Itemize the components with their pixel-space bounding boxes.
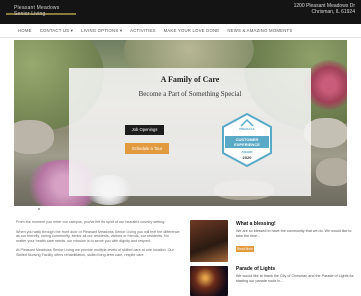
nav-item-contact-us[interactable]: CONTACT US ▾ [40,28,73,34]
job-openings-button[interactable]: Job Openings [125,125,164,135]
news-thumbnail[interactable] [190,220,228,262]
customer-experience-award-badge: PINNACLE CUSTOMER EXPERIENCE AWARD 2020 [219,112,275,168]
intro-paragraph: At Pleasant Meadows Senior Living we pro… [16,248,174,257]
logo-text: Pleasant Meadows Senior Living [14,5,60,17]
news-thumbnail[interactable] [190,266,228,296]
hero-card: A Family of Care Become a Part of Someth… [69,68,311,196]
badge-line-2: EXPERIENCE [234,142,260,147]
nav-item-home[interactable]: HOME [18,28,32,33]
intro-paragraph: From the moment you enter our campus, yo… [16,220,166,224]
nav-item-activities[interactable]: ACTIVITIES [130,28,155,33]
site-logo[interactable]: Pleasant Meadows Senior Living [6,3,76,17]
news-excerpt: We are so blessed to have the community … [236,229,352,238]
slider-indicator[interactable] [38,208,40,210]
main-nav: HOME CONTACT US ▾ LIVING OPTIONS ▾ ACTIV… [0,24,361,38]
hero-subtitle: Become a Part of Something Special [138,90,242,98]
hero-title: A Family of Care [160,75,220,84]
news-excerpt: We would like to thank the City of Chris… [236,274,354,283]
badge-brand: PINNACLE [239,127,255,131]
nav-item-living-options[interactable]: LIVING OPTIONS ▾ [81,28,122,34]
badge-award: AWARD [241,150,253,154]
header-address: 1200 Pleasant Meadows Dr Chrisman, IL 61… [294,3,355,15]
nav-item-news[interactable]: NEWS & AMAZING MOMENTS [227,28,292,33]
read-more-button[interactable]: Read More [236,246,254,252]
rock [14,120,54,154]
top-bar: Pleasant Meadows Senior Living 1200 Plea… [0,0,361,24]
intro-text: From the moment you enter our campus, yo… [16,220,180,263]
news-title[interactable]: What a blessing! [236,221,276,227]
address-line-2: Chrisman, IL 61924 [311,9,355,15]
intro-paragraph: When you walk through the front door of … [16,229,180,243]
nav-item-make-your-love-done[interactable]: MAKE YOUR LOVE DONE [164,28,220,33]
hero-banner: A Family of Care Become a Part of Someth… [14,40,347,206]
rock [316,158,347,186]
badge-year: 2020 [242,155,252,160]
news-title[interactable]: Parade of Lights [236,266,275,272]
schedule-tour-button[interactable]: Schedule a Tour [125,143,169,154]
